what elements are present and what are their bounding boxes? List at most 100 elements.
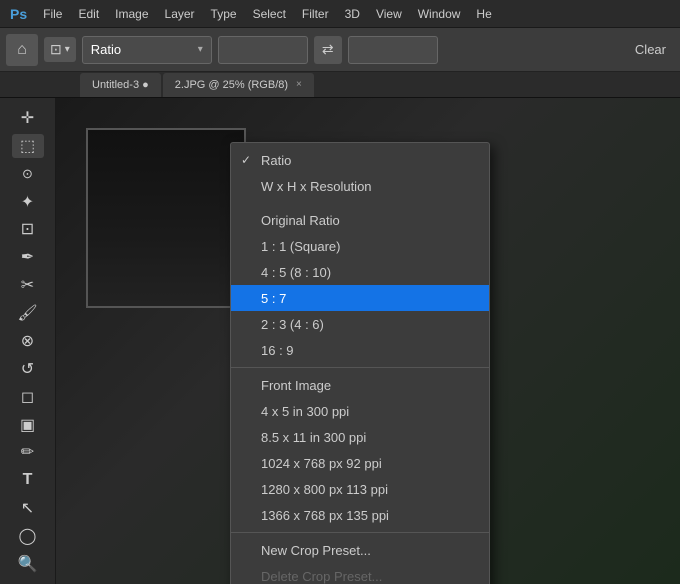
move-tool[interactable]: ✛ (12, 106, 44, 130)
healing-icon: ✂ (21, 275, 34, 295)
dropdown-item-1x1[interactable]: 1 : 1 (Square) (231, 233, 489, 259)
dropdown-item-wxhxres[interactable]: W x H x Resolution (231, 173, 489, 199)
dropdown-5x7-label: 5 : 7 (261, 291, 286, 306)
dropdown-item-1280x800[interactable]: 1280 x 800 px 113 ppi (231, 476, 489, 502)
width-input[interactable] (218, 36, 308, 64)
pen-tool[interactable]: ✏ (12, 441, 44, 465)
move-icon: ✛ (21, 108, 34, 128)
dropdown-item-front[interactable]: Front Image (231, 372, 489, 398)
crop-tool-button[interactable]: ⊡ ▾ (44, 37, 76, 62)
ratio-dropdown-menu: Ratio W x H x Resolution Original Ratio … (230, 142, 490, 584)
dropdown-8x11-label: 8.5 x 11 in 300 ppi (261, 430, 366, 445)
brush-tool[interactable]: 🖌 (12, 301, 44, 325)
swap-button[interactable]: ⇄ (314, 36, 342, 64)
dropdown-item-1024x768[interactable]: 1024 x 768 px 92 ppi (231, 450, 489, 476)
clone-icon: ⊗ (21, 331, 34, 351)
marquee-tool[interactable]: ⬚ (12, 134, 44, 158)
shape-icon: ◯ (19, 526, 37, 546)
lasso-tool[interactable]: ⊙ (12, 162, 44, 186)
marquee-icon: ⬚ (20, 136, 35, 156)
canvas-area: Ratio W x H x Resolution Original Ratio … (56, 98, 680, 584)
clone-tool[interactable]: ⊗ (12, 329, 44, 353)
dropdown-delete-preset-label: Delete Crop Preset... (261, 569, 382, 584)
menu-image[interactable]: Image (109, 5, 154, 23)
crop-tool-icon: ⊡ (21, 219, 34, 239)
zoom-icon: 🔍 (18, 554, 38, 574)
menu-file[interactable]: File (37, 5, 68, 23)
tab-untitled-3-label: Untitled-3 ● (92, 79, 149, 91)
lasso-icon: ⊙ (22, 166, 33, 182)
quick-select-icon: ✦ (21, 192, 34, 212)
zoom-tool[interactable]: 🔍 (12, 552, 44, 576)
swap-icon: ⇄ (322, 41, 334, 58)
dropdown-divider-2 (231, 367, 489, 368)
crop-arrow-icon: ▾ (65, 44, 70, 55)
menu-window[interactable]: Window (412, 5, 467, 23)
ratio-label: Ratio (91, 42, 121, 57)
crop-icon: ⊡ (50, 41, 62, 58)
eraser-icon: ◻ (21, 387, 34, 407)
path-icon: ↖ (21, 498, 34, 518)
tab-jpg-label: 2.JPG @ 25% (RGB/8) (175, 79, 288, 91)
gradient-icon: ▣ (20, 415, 35, 435)
dropdown-item-2x3[interactable]: 2 : 3 (4 : 6) (231, 311, 489, 337)
main-area: ✛ ⬚ ⊙ ✦ ⊡ ✒ ✂ 🖌 ⊗ ↺ ◻ ▣ ✏ T ↖ ◯ 🔍 Ratio … (0, 98, 680, 584)
home-button[interactable]: ⌂ (6, 34, 38, 66)
height-input[interactable] (348, 36, 438, 64)
dropdown-item-new-preset[interactable]: New Crop Preset... (231, 537, 489, 563)
dropdown-wxhxres-label: W x H x Resolution (261, 179, 372, 194)
dropdown-item-1366x768[interactable]: 1366 x 768 px 135 ppi (231, 502, 489, 528)
dropdown-item-4x5[interactable]: 4 : 5 (8 : 10) (231, 259, 489, 285)
pen-icon: ✏ (21, 442, 34, 462)
healing-tool[interactable]: ✂ (12, 273, 44, 297)
dropdown-new-preset-label: New Crop Preset... (261, 543, 371, 558)
dropdown-arrow-icon: ▾ (198, 44, 203, 55)
tab-jpg[interactable]: 2.JPG @ 25% (RGB/8) × (163, 73, 314, 97)
dropdown-item-ratio[interactable]: Ratio (231, 147, 489, 173)
toolbar: ⌂ ⊡ ▾ Ratio ▾ ⇄ Clear (0, 28, 680, 72)
path-select-tool[interactable]: ↖ (12, 496, 44, 520)
menu-type[interactable]: Type (205, 5, 243, 23)
menu-help[interactable]: He (470, 5, 497, 23)
dropdown-4x5-label: 4 : 5 (8 : 10) (261, 265, 331, 280)
crop-tool[interactable]: ⊡ (12, 218, 44, 242)
dropdown-item-delete-preset: Delete Crop Preset... (231, 563, 489, 584)
home-icon: ⌂ (17, 41, 27, 59)
dropdown-item-4x5in[interactable]: 4 x 5 in 300 ppi (231, 398, 489, 424)
menu-select[interactable]: Select (247, 5, 292, 23)
type-tool[interactable]: T (12, 468, 44, 492)
menu-filter[interactable]: Filter (296, 5, 335, 23)
menu-3d[interactable]: 3D (339, 5, 366, 23)
dropdown-separator-1 (231, 199, 489, 207)
dropdown-ratio-label: Ratio (261, 153, 291, 168)
gradient-tool[interactable]: ▣ (12, 413, 44, 437)
dropdown-item-16x9[interactable]: 16 : 9 (231, 337, 489, 363)
menu-bar: Ps File Edit Image Layer Type Select Fil… (0, 0, 680, 28)
eyedropper-icon: ✒ (21, 247, 34, 267)
menu-edit[interactable]: Edit (72, 5, 105, 23)
dropdown-item-5x7[interactable]: 5 : 7 (231, 285, 489, 311)
menu-layer[interactable]: Layer (159, 5, 201, 23)
history-icon: ↺ (21, 359, 34, 379)
dropdown-divider-3 (231, 532, 489, 533)
shape-tool[interactable]: ◯ (12, 524, 44, 548)
brush-icon: 🖌 (17, 303, 37, 323)
eyedropper-tool[interactable]: ✒ (12, 245, 44, 269)
dropdown-1x1-label: 1 : 1 (Square) (261, 239, 341, 254)
dropdown-1280x800-label: 1280 x 800 px 113 ppi (261, 482, 388, 497)
history-brush-tool[interactable]: ↺ (12, 357, 44, 381)
dropdown-item-original[interactable]: Original Ratio (231, 207, 489, 233)
dropdown-item-8x11[interactable]: 8.5 x 11 in 300 ppi (231, 424, 489, 450)
tab-untitled-3[interactable]: Untitled-3 ● (80, 73, 161, 97)
ps-logo: Ps (4, 4, 33, 24)
dropdown-original-label: Original Ratio (261, 213, 340, 228)
dropdown-1366x768-label: 1366 x 768 px 135 ppi (261, 508, 389, 523)
dropdown-16x9-label: 16 : 9 (261, 343, 294, 358)
tab-bar: Untitled-3 ● 2.JPG @ 25% (RGB/8) × (0, 72, 680, 98)
ratio-dropdown[interactable]: Ratio ▾ (82, 36, 212, 64)
quick-select-tool[interactable]: ✦ (12, 190, 44, 214)
eraser-tool[interactable]: ◻ (12, 385, 44, 409)
menu-view[interactable]: View (370, 5, 408, 23)
clear-button[interactable]: Clear (627, 36, 674, 64)
tab-jpg-close-icon[interactable]: × (296, 79, 302, 90)
